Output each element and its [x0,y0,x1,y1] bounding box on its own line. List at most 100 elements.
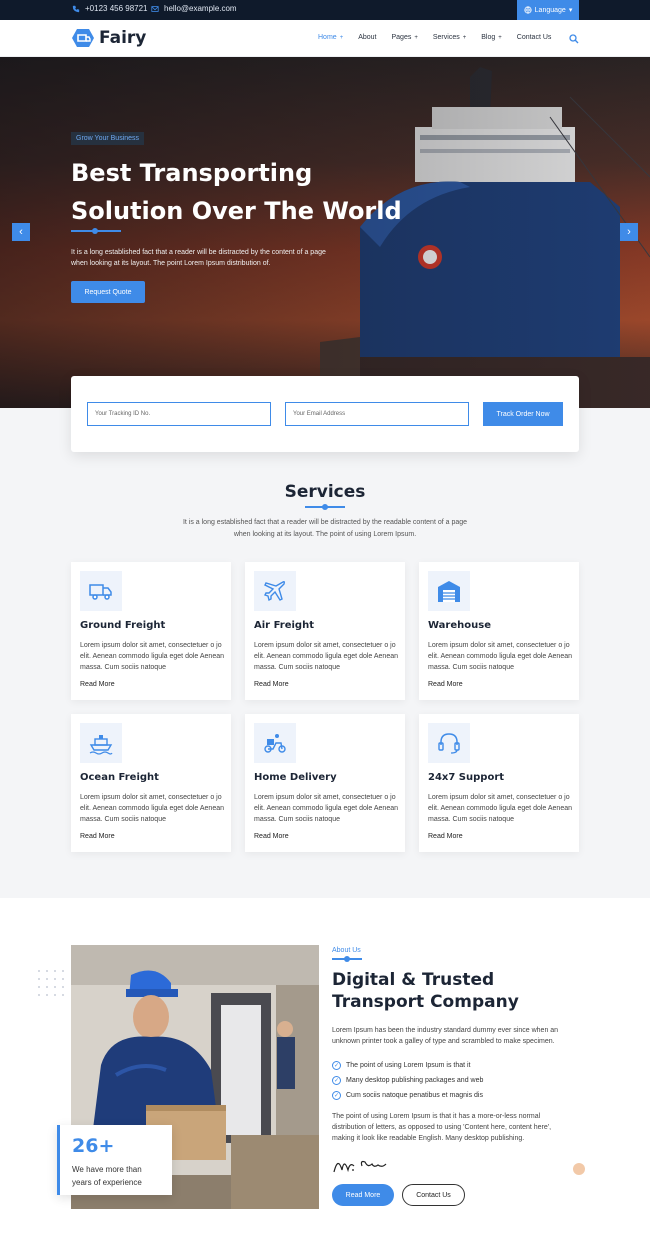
search-icon[interactable] [569,34,579,44]
about-checklist: ✓ The point of using Lorem Ipsum is that … [332,1058,483,1103]
checklist-item: ✓ Many desktop publishing packages and we… [332,1073,483,1088]
service-card-air-freight[interactable]: Air Freight Lorem ipsum dolor sit amet, … [245,562,405,700]
service-card-home-delivery[interactable]: Home Delivery Lorem ipsum dolor sit amet… [245,714,405,852]
services-divider [305,504,345,510]
track-order-button[interactable]: Track Order Now [483,402,563,426]
request-quote-button[interactable]: Request Quote [71,281,145,303]
topbar-phone[interactable]: +0123 456 98721 [72,4,148,13]
read-more-link[interactable]: Read More [428,833,463,840]
checklist-text: Many desktop publishing packages and web [346,1077,484,1084]
headset-icon [438,733,460,754]
nav-home-label: Home [318,34,337,41]
nav-contact[interactable]: Contact Us [517,34,552,41]
scooter-icon [264,734,286,753]
topbar-email[interactable]: hello@example.com [151,4,237,13]
read-more-link[interactable]: Read More [428,681,463,688]
nav-about-label: About [358,34,377,41]
divider-dot [322,504,328,510]
phone-icon [72,5,80,12]
about-read-more-button[interactable]: Read More [332,1184,394,1206]
service-text: Lorem ipsum dolor sit amet, consectetuer… [80,642,224,671]
scroll-top-button[interactable] [573,1163,585,1175]
service-icon-box [254,723,296,763]
read-more-link[interactable]: Read More [80,681,115,688]
hero-text: It is a long established fact that a rea… [71,249,326,267]
logo-text: Fairy [99,28,147,48]
plus-icon: + [498,34,502,41]
service-title: Warehouse [428,620,491,631]
read-more-link[interactable]: Read More [254,681,289,688]
service-text: Lorem ipsum dolor sit amet, consectetuer… [428,794,572,823]
service-title: 24x7 Support [428,772,505,783]
airplane-icon [264,581,286,602]
experience-number: 26+ [72,1135,115,1157]
chevron-right-icon: › [627,226,631,238]
services-title: Services [284,482,366,502]
experience-box: 26+ We have more than years of experienc… [57,1125,172,1195]
about-text: Lorem Ipsum has been the industry standa… [332,1027,559,1045]
language-dropdown[interactable]: Language ▾ [517,0,579,20]
signature-image [333,1160,387,1173]
hero-divider [71,228,121,234]
nav-services-label: Services [432,34,460,41]
nav-home[interactable]: Home + [318,34,343,41]
hero-slider: Grow Your Business Best Transporting Sol… [0,57,650,408]
warehouse-icon [438,581,460,602]
hero-badge: Grow Your Business [71,132,145,145]
nav-blog[interactable]: Blog + [481,34,502,41]
main-nav: Home + About Pages + Services + Blog + Conta… [318,34,566,41]
nav-pages[interactable]: Pages + [392,34,418,41]
service-text: Lorem ipsum dolor sit amet, consectetuer… [254,642,398,671]
tracking-id-input[interactable]: Your Tracking ID No. [87,402,271,426]
service-card-support[interactable]: 24x7 Support Lorem ipsum dolor sit amet,… [419,714,579,852]
service-text: Lorem ipsum dolor sit amet, consectetuer… [254,794,398,823]
nav-services[interactable]: Services + [433,34,466,41]
service-icon-box [80,723,122,763]
slider-next-button[interactable]: › [620,223,638,241]
divider-dot [92,228,98,234]
check-icon: ✓ [332,1061,341,1070]
service-title: Air Freight [254,620,314,631]
service-card-ocean-freight[interactable]: Ocean Freight Lorem ipsum dolor sit amet… [71,714,231,852]
plus-icon: + [414,34,418,41]
mail-icon [151,5,159,12]
language-label: Language [534,6,566,14]
check-icon: ✓ [332,1091,341,1100]
chevron-down-icon: ▾ [568,7,573,14]
checklist-text: Cum sociis natoque penatibus et magnis d… [346,1092,483,1099]
nav-blog-label: Blog [481,34,496,41]
service-text: Lorem ipsum dolor sit amet, consectetuer… [428,642,572,671]
service-card-ground-freight[interactable]: Ground Freight Lorem ipsum dolor sit ame… [71,562,231,700]
services-description: It is a long established fact that a rea… [182,519,468,538]
about-text-2: The point of using Lorem Ipsum is that i… [332,1113,552,1142]
service-icon-box [254,571,296,611]
divider-dot [344,956,350,962]
about-label: About Us [332,947,361,954]
ship-icon [89,735,113,755]
service-icon-box [428,571,470,611]
top-bar: +0123 456 98721 hello@example.com Langua… [0,0,650,20]
nav-about[interactable]: About [358,34,376,41]
site-header: Fairy Home + About Pages + Services + Blog +… [0,20,650,57]
read-more-link[interactable]: Read More [80,833,115,840]
topbar-phone-text: +0123 456 98721 [85,4,148,13]
about-title: Digital & Trusted Transport Company [332,970,519,1012]
about-divider [332,956,362,962]
service-title: Home Delivery [254,772,337,783]
nav-pages-label: Pages [391,34,412,41]
checklist-text: The point of using Lorem Ipsum is that i… [346,1062,471,1069]
about-contact-button[interactable]: Contact Us [402,1184,465,1206]
checklist-item: ✓ The point of using Lorem Ipsum is that … [332,1058,483,1073]
service-title: Ground Freight [80,620,166,631]
slider-prev-button[interactable]: ‹ [12,223,30,241]
service-text: Lorem ipsum dolor sit amet, consectetuer… [80,794,224,823]
read-more-link[interactable]: Read More [254,833,289,840]
check-icon: ✓ [332,1076,341,1085]
tracking-email-input[interactable]: Your Email Address [285,402,469,426]
logo[interactable]: Fairy [71,28,146,48]
service-card-warehouse[interactable]: Warehouse Lorem ipsum dolor sit amet, co… [419,562,579,700]
globe-icon [524,6,532,14]
logo-hexagon-icon [72,29,94,47]
plus-icon: + [339,34,344,41]
chevron-left-icon: ‹ [19,226,23,238]
